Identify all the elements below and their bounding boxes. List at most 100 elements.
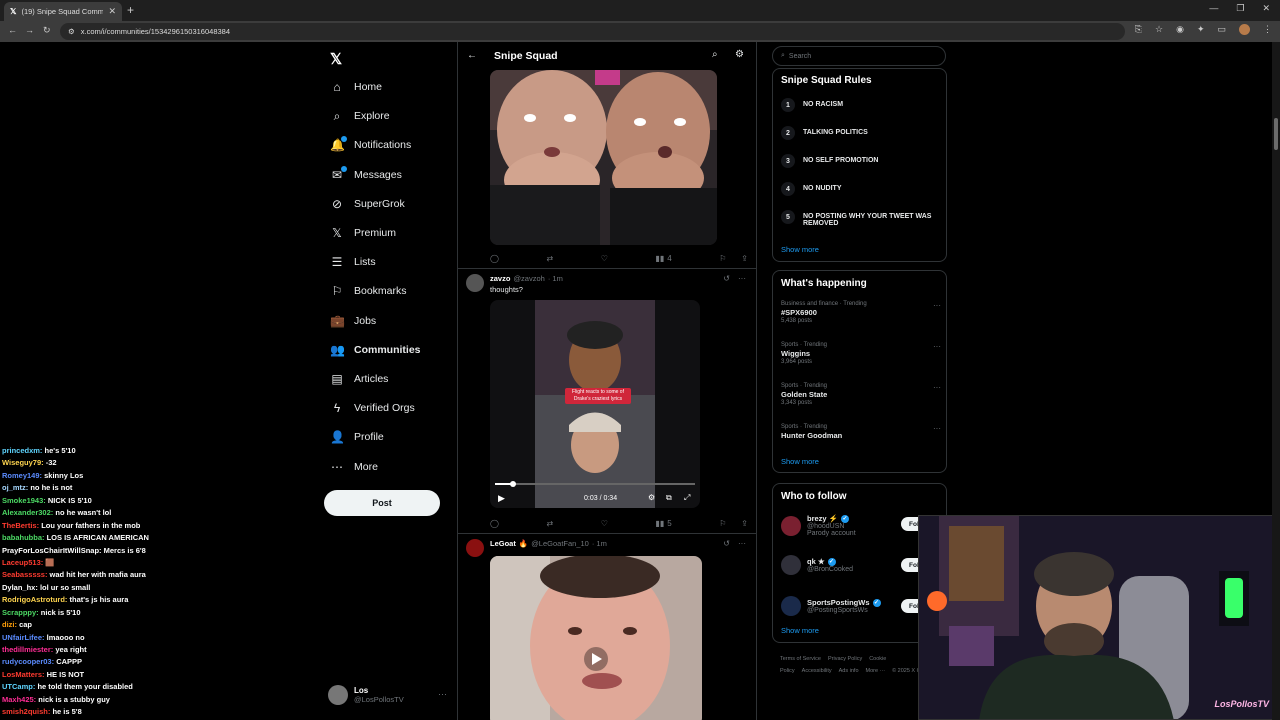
footer-link[interactable]: Privacy Policy — [828, 656, 862, 662]
nav-item-premium[interactable]: 𝕏 Premium — [330, 223, 396, 243]
more-icon[interactable]: ··· — [933, 424, 941, 433]
trend-item[interactable]: Business and finance · Trending #SPX6900 5… — [781, 301, 941, 324]
address-bar[interactable]: ⚙ x.com/i/communities/153429615031604838… — [60, 23, 1125, 40]
show-more-link[interactable]: Show more — [781, 626, 819, 635]
repost-icon[interactable]: ⇄ — [546, 252, 553, 264]
play-icon[interactable]: ▶ — [498, 493, 505, 504]
more-icon[interactable]: ··· — [438, 689, 447, 699]
page-scrollbar-thumb[interactable] — [1274, 118, 1278, 150]
minimize-icon[interactable]: — — [1209, 3, 1218, 14]
rule-item[interactable]: 2 TALKING POLITICS — [781, 126, 941, 140]
share-icon[interactable]: ⇪ — [741, 519, 748, 528]
bookmark-icon[interactable]: ⚐ — [719, 254, 726, 263]
close-window-icon[interactable]: ✕ — [1262, 3, 1270, 14]
nav-item-articles[interactable]: ▤ Articles — [330, 369, 388, 389]
more-icon[interactable]: ··· — [933, 383, 941, 392]
community-icon[interactable]: ↺ — [723, 539, 730, 548]
rule-item[interactable]: 1 NO RACISM — [781, 98, 941, 112]
nav-item-jobs[interactable]: 💼 Jobs — [330, 311, 376, 331]
avatar[interactable] — [781, 515, 801, 536]
close-tab-icon[interactable]: ✕ — [108, 6, 116, 17]
trend-item[interactable]: Sports · Trending Golden State 3,343 posts… — [781, 383, 941, 406]
avatar[interactable] — [466, 274, 484, 292]
video-player[interactable]: Flight reacts to some of Drake's crazies… — [490, 300, 700, 508]
post-image[interactable] — [490, 70, 717, 245]
trend-item[interactable]: Sports · Trending Wiggins 3,964 posts ··· — [781, 342, 941, 365]
menu-icon[interactable]: ⋮ — [1263, 24, 1272, 35]
account-switcher[interactable]: Los @LosPollosTV ··· — [328, 685, 447, 705]
more-icon[interactable]: ··· — [933, 342, 941, 351]
more-icon[interactable]: ··· — [933, 301, 941, 310]
post-time[interactable]: · 1m — [592, 539, 607, 548]
trend-item[interactable]: Sports · Trending Hunter Goodman ··· — [781, 424, 941, 440]
rule-text: TALKING POLITICS — [803, 129, 868, 136]
more-icon[interactable]: ··· — [738, 539, 746, 548]
video-progress-track[interactable] — [495, 481, 695, 487]
nav-item-messages[interactable]: ✉ Messages — [330, 165, 402, 185]
browser-tab[interactable]: 𝕏 (19) Snipe Squad Community / ✕ — [4, 2, 122, 21]
nav-item-verified-orgs[interactable]: ϟ Verified Orgs — [330, 398, 415, 418]
nav-item-notifications[interactable]: 🔔 Notifications — [330, 135, 411, 155]
avatar[interactable] — [466, 539, 484, 557]
post-time[interactable]: · 1m — [548, 274, 563, 283]
footer-link[interactable]: More ··· — [866, 668, 886, 674]
rule-item[interactable]: 3 NO SELF PROMOTION — [781, 154, 941, 168]
reply-icon[interactable]: ◯ — [490, 252, 499, 264]
post-button[interactable]: Post — [324, 490, 440, 516]
author-handle[interactable]: @zavzoh — [513, 274, 544, 283]
more-icon[interactable]: ··· — [738, 274, 746, 283]
extension-icon[interactable]: ◉ — [1176, 24, 1184, 35]
like-icon[interactable]: ♡ — [601, 252, 608, 264]
rule-item[interactable]: 4 NO NUDITY — [781, 182, 941, 196]
restore-icon[interactable]: ❐ — [1236, 3, 1244, 14]
fullscreen-icon[interactable]: ⤢ — [684, 493, 690, 503]
author-name[interactable]: zavzo — [490, 274, 510, 283]
views-count[interactable]: ▮▮ 5 — [655, 517, 671, 529]
author-name[interactable]: LeGoat — [490, 539, 516, 548]
install-icon[interactable]: ⎘ — [1135, 24, 1142, 35]
like-icon[interactable]: ♡ — [601, 517, 608, 529]
author-handle[interactable]: @LeGoatFan_10 — [531, 539, 589, 548]
puzzle-icon[interactable]: ✦ — [1197, 24, 1205, 35]
reload-icon[interactable]: ↻ — [43, 25, 51, 36]
search-input[interactable]: ⌕ Search — [772, 46, 946, 66]
rule-item[interactable]: 5 NO POSTING WHY YOUR TWEET WAS REMOVED — [781, 210, 941, 227]
back-arrow-icon[interactable]: ← — [467, 50, 477, 61]
star-icon[interactable]: ☆ — [1155, 24, 1163, 35]
repost-icon[interactable]: ⇄ — [546, 517, 553, 529]
reply-icon[interactable]: ◯ — [490, 517, 499, 529]
search-icon[interactable]: ⌕ — [712, 49, 718, 60]
nav-item-more[interactable]: ⋯ More — [330, 457, 378, 477]
forward-icon[interactable]: → — [25, 25, 34, 35]
nav-item-lists[interactable]: ☰ Lists — [330, 252, 376, 272]
footer-link[interactable]: Ads info — [839, 668, 859, 674]
nav-item-supergrok[interactable]: ⊘ SuperGrok — [330, 194, 405, 214]
footer-link[interactable]: Terms of Service — [780, 656, 821, 662]
avatar[interactable] — [781, 596, 801, 616]
new-tab-icon[interactable]: + — [127, 3, 134, 17]
bookmark-icon[interactable]: ⚐ — [719, 519, 726, 528]
chat-message: dizi: cap — [2, 620, 202, 632]
pip-icon[interactable]: ⧉ — [666, 493, 672, 503]
community-icon[interactable]: ↺ — [723, 274, 730, 283]
nav-item-communities[interactable]: 👥 Communities — [330, 340, 421, 360]
video-player[interactable] — [490, 556, 702, 720]
share-icon[interactable]: ⇪ — [741, 254, 748, 263]
nav-item-profile[interactable]: 👤 Profile — [330, 427, 384, 447]
show-more-link[interactable]: Show more — [781, 457, 819, 466]
site-info-icon[interactable]: ⚙ — [68, 27, 75, 36]
gear-icon[interactable]: ⚙ — [735, 49, 744, 60]
nav-item-explore[interactable]: ⌕ Explore — [330, 106, 390, 126]
settings-icon[interactable]: ⚙ — [648, 493, 655, 502]
progress-handle[interactable] — [510, 481, 516, 487]
back-icon[interactable]: ← — [8, 25, 17, 35]
sidepanel-icon[interactable]: ▭ — [1217, 24, 1226, 35]
profile-avatar[interactable] — [1239, 24, 1250, 35]
nav-item-home[interactable]: ⌂ Home — [330, 77, 382, 97]
avatar[interactable] — [781, 555, 801, 575]
footer-link[interactable]: Accessibility — [802, 668, 832, 674]
nav-item-bookmarks[interactable]: ⚐ Bookmarks — [330, 281, 407, 301]
views-count[interactable]: ▮▮ 4 — [655, 252, 671, 264]
show-more-link[interactable]: Show more — [781, 245, 819, 254]
x-logo-icon[interactable]: 𝕏 — [330, 50, 342, 68]
